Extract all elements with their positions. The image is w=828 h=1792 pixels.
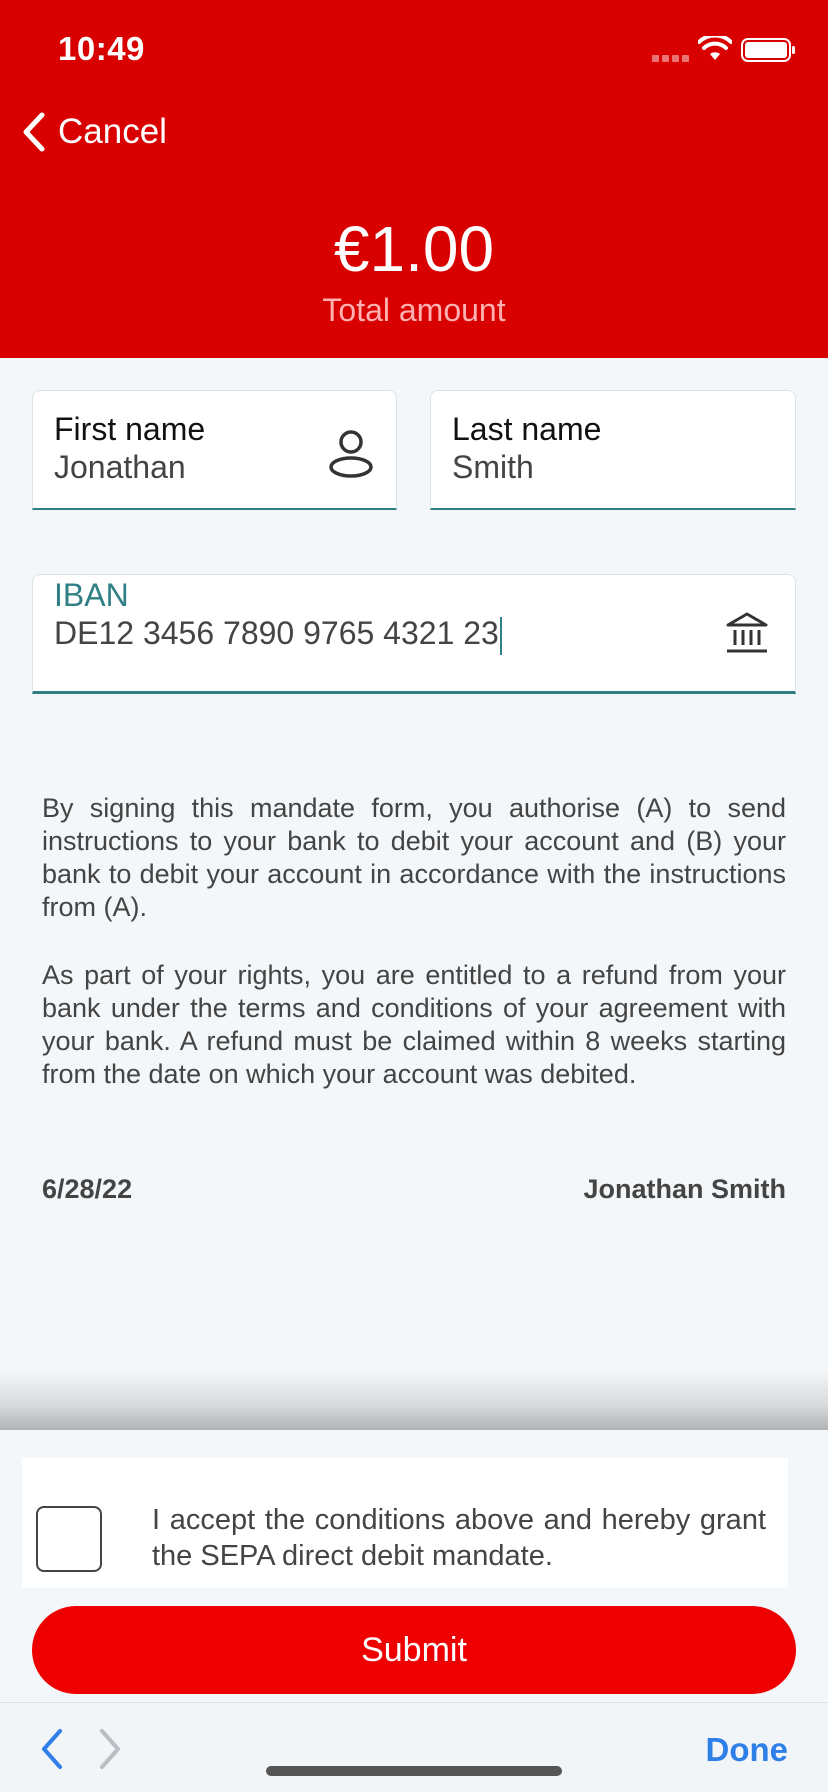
home-indicator bbox=[266, 1766, 562, 1776]
wifi-icon bbox=[698, 36, 732, 60]
accept-text: I accept the conditions above and hereby… bbox=[152, 1504, 766, 1572]
iban-label: IBAN bbox=[54, 577, 129, 613]
iban-value: DE12 3456 7890 9765 4321 23 bbox=[54, 615, 499, 651]
scroll-shadow bbox=[0, 1370, 828, 1430]
last-name-field[interactable]: Last name Smith bbox=[430, 390, 796, 510]
cancel-label: Cancel bbox=[58, 112, 167, 151]
iban-value-wrapper: DE12 3456 7890 9765 4321 23 bbox=[54, 615, 502, 655]
last-name-label: Last name bbox=[452, 411, 602, 447]
mandate-paragraph-2: As part of your rights, you are entitled… bbox=[42, 960, 786, 1089]
cellular-signal-icon bbox=[652, 55, 689, 62]
mandate-paragraph-1: By signing this mandate form, you author… bbox=[42, 793, 786, 922]
battery-icon bbox=[741, 38, 795, 62]
total-amount-label: Total amount bbox=[322, 292, 506, 328]
chevron-left-icon bbox=[23, 112, 45, 152]
mandate-signatory: Jonathan Smith bbox=[583, 1174, 786, 1204]
first-name-field[interactable]: First name Jonathan bbox=[32, 390, 397, 510]
done-button[interactable]: Done bbox=[706, 1731, 789, 1769]
last-name-value: Smith bbox=[452, 449, 534, 485]
bank-icon[interactable] bbox=[725, 611, 769, 655]
accept-checkbox[interactable] bbox=[36, 1506, 102, 1572]
keyboard-toolbar: Done bbox=[0, 1702, 828, 1792]
chevron-left-icon[interactable] bbox=[38, 1727, 66, 1771]
text-cursor bbox=[499, 616, 502, 655]
chevron-right-icon[interactable] bbox=[96, 1727, 124, 1771]
status-time: 10:49 bbox=[58, 30, 145, 67]
header: 10:49 Cancel €1.00 Total amount bbox=[0, 0, 828, 358]
first-name-value: Jonathan bbox=[54, 449, 186, 485]
iban-field[interactable]: IBAN DE12 3456 7890 9765 4321 23 bbox=[32, 574, 796, 694]
cancel-button[interactable]: Cancel bbox=[22, 112, 167, 152]
submit-button[interactable]: Submit bbox=[32, 1606, 796, 1694]
mandate-date: 6/28/22 bbox=[42, 1174, 133, 1204]
person-icon[interactable] bbox=[328, 427, 374, 479]
first-name-label: First name bbox=[54, 411, 206, 447]
total-amount: €1.00 bbox=[333, 213, 495, 285]
